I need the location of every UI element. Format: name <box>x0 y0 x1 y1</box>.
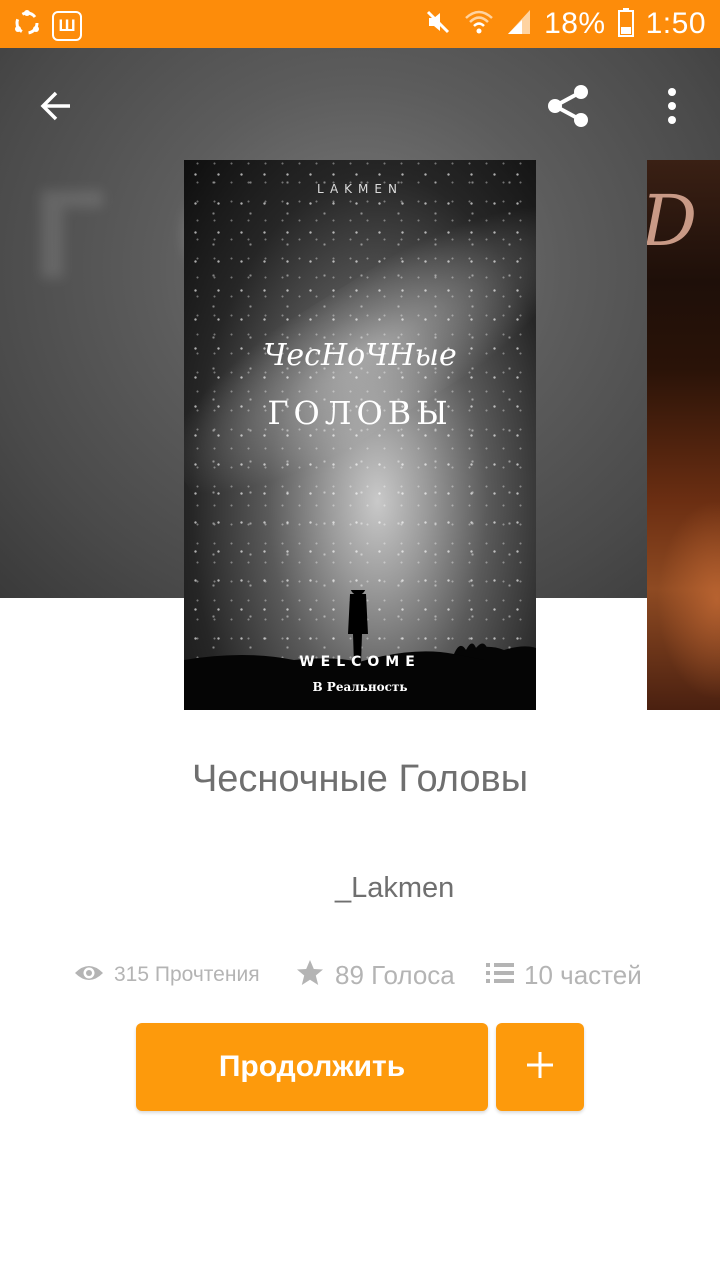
plus-icon <box>525 1050 555 1085</box>
list-icon <box>486 961 514 990</box>
story-author[interactable]: _Lakmen <box>335 872 454 905</box>
story-title: Чесночные Головы <box>191 758 529 800</box>
cover-art-glow <box>657 500 720 700</box>
cover-subtitle: В Реальность <box>312 680 408 694</box>
signal-icon <box>506 8 532 41</box>
votes-stat: 89 Голоса <box>295 955 455 995</box>
status-bar-system: 18% 1:50 <box>424 4 706 44</box>
wifi-icon <box>464 8 494 41</box>
parts-stat: 10 частей <box>486 955 642 995</box>
add-to-library-button[interactable] <box>496 1023 584 1111</box>
status-bar-notifications: Ш <box>12 8 82 43</box>
share-button[interactable] <box>540 80 596 136</box>
star-icon <box>295 958 325 993</box>
share-icon <box>543 81 593 136</box>
cover-title-line1: ЧесНоЧНые <box>263 338 457 373</box>
story-stats: 315 Прочтения 89 Голоса 10 частей <box>0 955 720 995</box>
battery-icon <box>617 7 634 42</box>
continue-reading-button[interactable]: Продолжить <box>136 1023 488 1111</box>
story-cover[interactable]: LAKMEN ЧесНоЧНые ГОЛОВЫ WELCOME В Реальн… <box>184 160 536 710</box>
status-bar: Ш 18% 1:50 <box>0 0 720 48</box>
votes-count: 89 Голоса <box>335 959 455 990</box>
eye-icon <box>74 962 104 989</box>
parts-count: 10 частей <box>524 959 642 990</box>
wattpad-app-icon: Ш <box>52 10 82 41</box>
sync-icon <box>12 8 42 43</box>
more-options-button[interactable] <box>644 80 700 136</box>
cover-title-line2: ГОЛОВЫ <box>267 394 453 432</box>
back-button[interactable] <box>28 80 84 136</box>
reads-stat: 315 Прочтения <box>74 955 260 995</box>
cover-author: LAKMEN <box>317 182 403 196</box>
more-vertical-icon <box>666 86 678 131</box>
clock: 1:50 <box>645 7 706 40</box>
arrow-left-icon <box>38 88 74 129</box>
reads-count: 315 Прочтения <box>114 963 260 986</box>
cover-art-lettering: D <box>647 180 697 262</box>
continue-reading-label: Продолжить <box>218 1050 406 1083</box>
battery-percent: 18% <box>544 7 606 40</box>
cover-welcome: WELCOME <box>299 654 421 670</box>
mute-icon <box>424 8 452 41</box>
next-story-cover[interactable]: D <box>647 160 720 710</box>
